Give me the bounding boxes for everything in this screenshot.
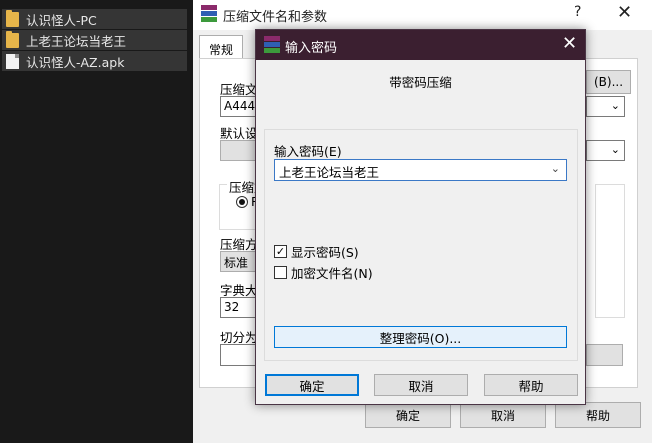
ok-button[interactable]: 确定	[365, 402, 451, 428]
help-button[interactable]: 帮助	[555, 402, 641, 428]
archive-name-input[interactable]: A4445	[220, 96, 263, 117]
password-dialog-title: 输入密码	[285, 41, 338, 56]
help-button[interactable]: 帮助	[484, 374, 578, 396]
help-icon[interactable]: ?	[574, 4, 581, 20]
file-item-apk[interactable]: 认识怪人-AZ.apk	[2, 51, 187, 71]
ok-button[interactable]: 确定	[265, 374, 359, 396]
browse-button[interactable]: (B)...	[586, 70, 631, 94]
archive-options-group	[595, 184, 625, 318]
password-value: 上老王论坛当老王	[279, 165, 380, 180]
password-dialog-header: 带密码压缩	[389, 75, 452, 90]
show-password-checkbox[interactable]: ✓	[274, 245, 287, 258]
password-label: 输入密码(E)	[274, 144, 342, 159]
method-select[interactable]: 标准	[220, 251, 260, 272]
file-item-label: 认识怪人-AZ.apk	[26, 54, 125, 70]
show-password-label: 显示密码(S)	[291, 245, 359, 260]
cancel-button[interactable]: 取消	[460, 402, 546, 428]
file-item-folder-laowang[interactable]: 上老王论坛当老王	[2, 30, 187, 50]
split-volume-input[interactable]	[220, 344, 260, 366]
format-rar-radio[interactable]	[236, 196, 248, 208]
encrypt-names-checkbox[interactable]	[274, 266, 287, 279]
chevron-down-icon: ⌄	[610, 99, 620, 112]
winrar-icon	[201, 5, 217, 23]
tab-general[interactable]: 常规	[199, 35, 243, 59]
file-item-folder-pc[interactable]: 认识怪人-PC	[2, 9, 187, 29]
update-mode-select[interactable]: ⌄	[586, 96, 625, 117]
archive-dialog-title: 压缩文件名和参数	[223, 10, 328, 25]
file-icon	[6, 53, 19, 69]
chevron-down-icon: ⌄	[610, 143, 620, 156]
show-password-option[interactable]: ✓ 显示密码(S)	[274, 242, 359, 261]
close-icon[interactable]: ✕	[617, 2, 632, 23]
cancel-button[interactable]: 取消	[374, 374, 468, 396]
archive-dialog-titlebar[interactable]: 压缩文件名和参数 ? ✕	[193, 0, 652, 30]
encrypt-names-label: 加密文件名(N)	[291, 266, 373, 281]
encrypt-names-option[interactable]: 加密文件名(N)	[274, 263, 373, 282]
profiles-button[interactable]	[220, 140, 260, 161]
password-input[interactable]: 上老王论坛当老王 ⌄	[274, 159, 567, 181]
file-item-label: 上老王论坛当老王	[26, 33, 127, 49]
close-icon[interactable]: ✕	[562, 33, 577, 54]
dictionary-select[interactable]: 32	[220, 297, 260, 318]
chevron-down-icon[interactable]: ⌄	[551, 162, 560, 175]
enter-password-dialog: 输入密码 ✕ 带密码压缩 输入密码(E) 上老王论坛当老王 ⌄ ✓ 显示密码(S…	[255, 29, 586, 405]
set-password-button[interactable]	[586, 344, 623, 366]
organize-passwords-button[interactable]: 整理密码(O)...	[274, 326, 567, 348]
profile-select[interactable]: ⌄	[586, 140, 625, 161]
file-list: 认识怪人-PC 上老王论坛当老王 认识怪人-AZ.apk	[0, 0, 195, 72]
file-item-label: 认识怪人-PC	[26, 12, 97, 28]
password-dialog-titlebar[interactable]: 输入密码 ✕	[256, 30, 585, 60]
folder-icon	[6, 9, 19, 27]
winrar-icon	[264, 36, 280, 54]
folder-icon	[6, 30, 19, 48]
